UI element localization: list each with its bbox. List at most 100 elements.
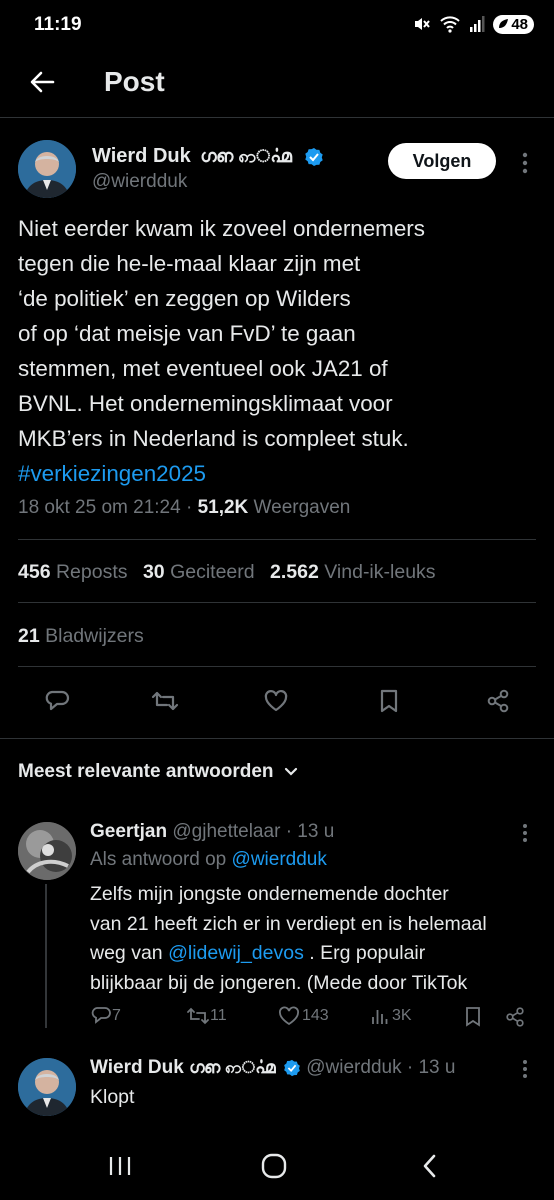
quotes-stat[interactable]: 30 Geciteerd [143, 561, 260, 583]
post-text-line: of op ‘dat meisje van FvD’ te gaan [18, 321, 356, 346]
divider [18, 602, 536, 603]
engagement-stats: 456 Reposts 30 Geciteerd 2.562 Vind-ik-l… [18, 561, 436, 584]
reply-text-line: weg van @lidewij_devos . Erg populair [90, 939, 487, 969]
reply-comment-count: 7 [112, 1007, 121, 1024]
bookmark-icon [380, 689, 398, 713]
status-time: 11:19 [34, 14, 82, 35]
quotes-count: 30 [142, 561, 165, 583]
more-vertical-icon [523, 1060, 527, 1078]
meta-separator: · [185, 497, 193, 518]
likes-stat[interactable]: 2.562 Vind-ik-leuks [270, 561, 436, 583]
header-divider [0, 117, 554, 118]
post-text-line: stemmen, met eventueel ook JA21 of [18, 356, 388, 381]
post-meta: 18 okt 25 om 21:24 · 51,2K Weergaven [18, 497, 350, 519]
author-avatar[interactable] [18, 140, 76, 198]
reply-share-button[interactable] [504, 1006, 526, 1028]
reply-like-count: 143 [302, 1007, 329, 1024]
hashtag-link[interactable]: #verkiezingen2025 [18, 456, 425, 491]
reply-to-mention[interactable]: @wierdduk [232, 849, 327, 870]
comment-icon [45, 690, 70, 711]
post-text-line: ‘de politiek’ en zeggen op Wilders [18, 286, 351, 311]
analytics-icon [372, 1010, 388, 1024]
author-name-glyphs: ഗഩ ꩱൎ൶ [200, 146, 292, 166]
reply-text-line: van 21 heeft zich er in verdiept en is h… [90, 912, 487, 935]
replies-sort-dropdown[interactable]: Meest relevante antwoorden [18, 761, 300, 783]
more-options-button[interactable] [513, 147, 537, 179]
home-icon [261, 1153, 287, 1179]
reply-views-count: 3K [392, 1007, 412, 1024]
repost-icon [187, 1007, 209, 1025]
repost-button[interactable] [148, 684, 182, 718]
chevron-down-icon [284, 767, 297, 776]
reply-repost-button[interactable]: 11 [186, 1006, 227, 1026]
mention-link[interactable]: @lidewij_devos [168, 942, 304, 964]
bookmark-icon [466, 1007, 480, 1027]
bookmarks-label: Bladwijzers [45, 625, 144, 647]
replies-sort-label: Meest relevante antwoorden [18, 761, 274, 782]
reposts-label: Reposts [55, 561, 128, 583]
status-bar: 11:19 48 [0, 0, 554, 50]
heart-icon [264, 690, 288, 712]
author-handle[interactable]: @wierdduk [92, 171, 187, 193]
recent-apps-icon [109, 1157, 131, 1175]
views-count: 51,2K [197, 497, 249, 518]
reply-author-handle[interactable]: @wierdduk [306, 1057, 401, 1078]
author-name[interactable]: Wierd Duk [92, 145, 191, 167]
reply-text-line: blijkbaar bij de jongeren. (Mede door Ti… [90, 971, 468, 994]
views-label: Weergaven [253, 497, 351, 518]
more-vertical-icon [523, 824, 527, 842]
reply-more-button[interactable] [516, 821, 534, 845]
likes-label: Vind-ik-leuks [324, 561, 436, 583]
post-text-line: tegen die he-le-maal klaar zijn met [18, 251, 361, 276]
reply-views-button[interactable]: 3K [370, 1006, 412, 1026]
reply-author-glyphs: ഗഩ ꩱൎ൶ [189, 1058, 276, 1077]
reposts-stat[interactable]: 456 Reposts [18, 561, 133, 583]
reply-avatar[interactable] [18, 822, 76, 880]
reply-author-name[interactable]: Wierd Duk [90, 1057, 184, 1078]
reply-author-name[interactable]: Geertjan [90, 821, 167, 842]
leaf-icon [499, 19, 509, 28]
verified-badge-icon [304, 147, 324, 167]
reply-button[interactable] [40, 684, 74, 718]
bookmark-button[interactable] [372, 684, 406, 718]
reply-repost-count: 11 [210, 1007, 227, 1024]
verified-badge-icon [283, 1059, 301, 1077]
reply-text-segment: . Erg populair [309, 942, 426, 964]
nav-back-button[interactable] [414, 1150, 446, 1182]
quotes-label: Geciteerd [170, 561, 255, 583]
like-button[interactable] [259, 684, 293, 718]
follow-button[interactable]: Volgen [388, 143, 496, 179]
recent-apps-button[interactable] [104, 1150, 136, 1182]
bookmarks-stat[interactable]: 21 Bladwijzers [18, 625, 144, 648]
mute-icon [411, 14, 431, 34]
repost-icon [151, 691, 179, 711]
divider [18, 666, 536, 667]
likes-count: 2.562 [270, 561, 319, 583]
back-button[interactable] [22, 62, 62, 102]
section-divider [0, 738, 554, 739]
reply-text: Zelfs mijn jongste ondernemende dochter … [90, 880, 487, 998]
post-timestamp: 18 okt 25 om 21:24 [18, 497, 181, 518]
signal-icon [469, 15, 485, 33]
reply-author-handle[interactable]: @gjhettelaar [172, 821, 280, 842]
reply-like-button[interactable]: 143 [278, 1006, 329, 1026]
chevron-left-icon [423, 1154, 436, 1178]
system-nav-bar [0, 1128, 554, 1200]
reply-comment-button[interactable]: 7 [90, 1006, 121, 1026]
heart-icon [279, 1006, 299, 1026]
home-button[interactable] [258, 1150, 290, 1182]
page-title: Post [104, 66, 165, 97]
reposts-count: 456 [18, 561, 51, 583]
share-button[interactable] [481, 684, 515, 718]
share-icon [487, 689, 509, 713]
reply-action-bar: 7 11 143 3K [90, 1006, 540, 1032]
battery-percent: 48 [511, 15, 528, 33]
reply-avatar[interactable] [18, 1058, 76, 1116]
reply-time: · 13 u [406, 1057, 456, 1078]
reply-more-button[interactable] [516, 1057, 534, 1081]
post-text-line: MKB’ers in Nederland is compleet stuk. [18, 426, 409, 451]
reply-bookmark-button[interactable] [464, 1006, 482, 1028]
reply-time: · 13 u [285, 821, 335, 842]
wifi-icon [439, 14, 461, 34]
share-icon [506, 1007, 524, 1027]
